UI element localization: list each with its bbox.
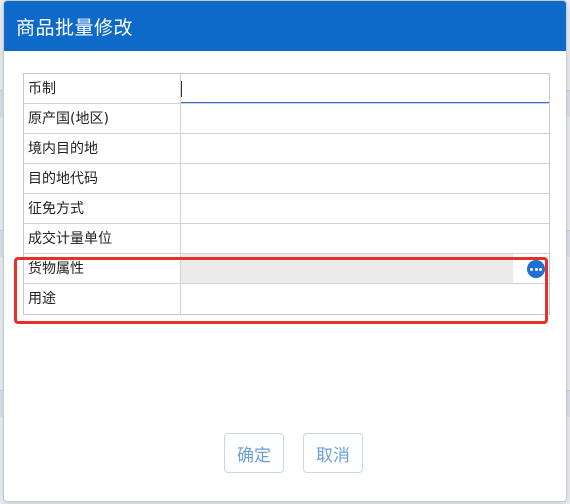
field-label: 原产国(地区): [24, 104, 181, 133]
form-row-currency: 币制: [24, 74, 549, 104]
field-label: 目的地代码: [24, 164, 181, 193]
exemption-method-input[interactable]: [181, 194, 549, 223]
form-row-domestic-destination: 境内目的地: [24, 134, 549, 164]
destination-code-input[interactable]: [181, 164, 549, 193]
form-row-purpose: 用途: [24, 284, 549, 314]
text-caret: [181, 81, 182, 97]
origin-country-input[interactable]: [181, 104, 549, 133]
field-label: 货物属性: [24, 254, 181, 283]
purpose-input[interactable]: [181, 284, 549, 314]
field-label: 用途: [24, 284, 181, 314]
domestic-destination-input[interactable]: [181, 134, 549, 163]
field-label: 币制: [24, 74, 181, 103]
goods-attribute-input[interactable]: [181, 254, 513, 283]
dialog-title: 商品批量修改: [16, 16, 134, 39]
ellipsis-circle-icon[interactable]: [527, 260, 545, 278]
edit-form: 币制 原产国(地区) 境内目的地 目的地代码 征免方式 成交计量单位 货物属性 …: [23, 73, 550, 315]
form-row-origin-country: 原产国(地区): [24, 104, 549, 134]
form-row-exemption-method: 征免方式: [24, 194, 549, 224]
dialog-header: 商品批量修改: [4, 1, 566, 51]
field-label: 征免方式: [24, 194, 181, 223]
field-label: 境内目的地: [24, 134, 181, 163]
currency-input[interactable]: [181, 74, 549, 103]
goods-attribute-field: [181, 254, 549, 283]
form-row-goods-attribute: 货物属性: [24, 254, 549, 284]
form-row-transaction-unit: 成交计量单位: [24, 224, 549, 254]
cancel-button[interactable]: 取消: [303, 433, 363, 473]
transaction-unit-input[interactable]: [181, 224, 549, 253]
confirm-button[interactable]: 确定: [224, 433, 284, 473]
form-row-destination-code: 目的地代码: [24, 164, 549, 194]
batch-edit-dialog: 商品批量修改 币制 原产国(地区) 境内目的地 目的地代码 征免方式 成交计量单…: [3, 0, 567, 502]
field-label: 成交计量单位: [24, 224, 181, 253]
